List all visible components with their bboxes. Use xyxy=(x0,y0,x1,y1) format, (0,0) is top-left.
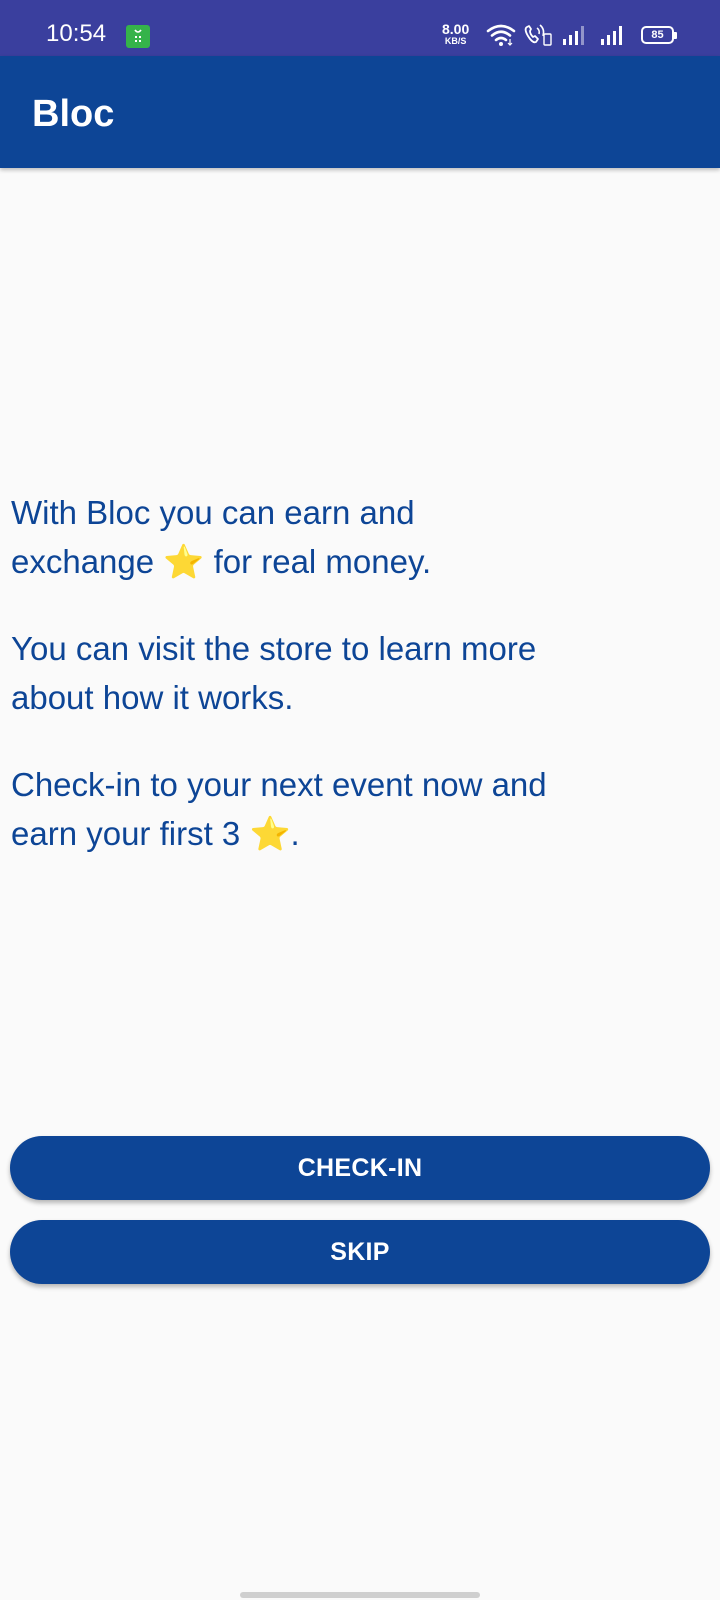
status-bar: 10:54 8.00 KB/S 85 xyxy=(0,0,720,56)
store-line-1: You can visit the store to learn more xyxy=(11,630,537,667)
star-icon: ⭐ xyxy=(249,815,291,852)
store-line-2: about how it works. xyxy=(11,679,294,716)
checkin-line-2-start: earn your first 3 xyxy=(11,815,241,852)
home-indicator[interactable] xyxy=(240,1592,480,1598)
skip-button[interactable]: SKIP xyxy=(10,1220,710,1284)
volte-call-icon xyxy=(523,24,553,51)
onboarding-text: With Bloc you can earn and exchange ⭐ fo… xyxy=(11,488,701,896)
store-paragraph: You can visit the store to learn more ab… xyxy=(11,624,701,722)
app-title: Bloc xyxy=(32,93,115,135)
checkin-paragraph: Check-in to your next event now and earn… xyxy=(11,760,701,858)
network-speed-unit: KB/S xyxy=(444,36,467,46)
checkin-line-1: Check-in to your next event now and xyxy=(11,766,547,803)
check-in-button[interactable]: CHECK-IN xyxy=(10,1136,710,1200)
signal-icon xyxy=(562,24,590,51)
battery-icon: 85 xyxy=(641,26,677,44)
intro-line-2-start: exchange xyxy=(11,543,155,580)
app-notification-icon xyxy=(126,25,150,48)
status-time: 10:54 xyxy=(46,20,107,47)
star-icon: ⭐ xyxy=(163,543,205,580)
intro-line-2-end: for real money. xyxy=(213,543,432,580)
network-speed-value: 8.00 xyxy=(442,21,470,37)
battery-level: 85 xyxy=(651,29,664,41)
signal-icon xyxy=(600,24,628,51)
wifi-icon xyxy=(486,24,516,51)
network-speed: 8.00 KB/S xyxy=(442,21,470,47)
intro-line-1: With Bloc you can earn and xyxy=(11,494,415,531)
intro-paragraph: With Bloc you can earn and exchange ⭐ fo… xyxy=(11,488,701,586)
app-bar: Bloc xyxy=(0,56,720,168)
checkin-line-2-end: . xyxy=(290,815,300,852)
